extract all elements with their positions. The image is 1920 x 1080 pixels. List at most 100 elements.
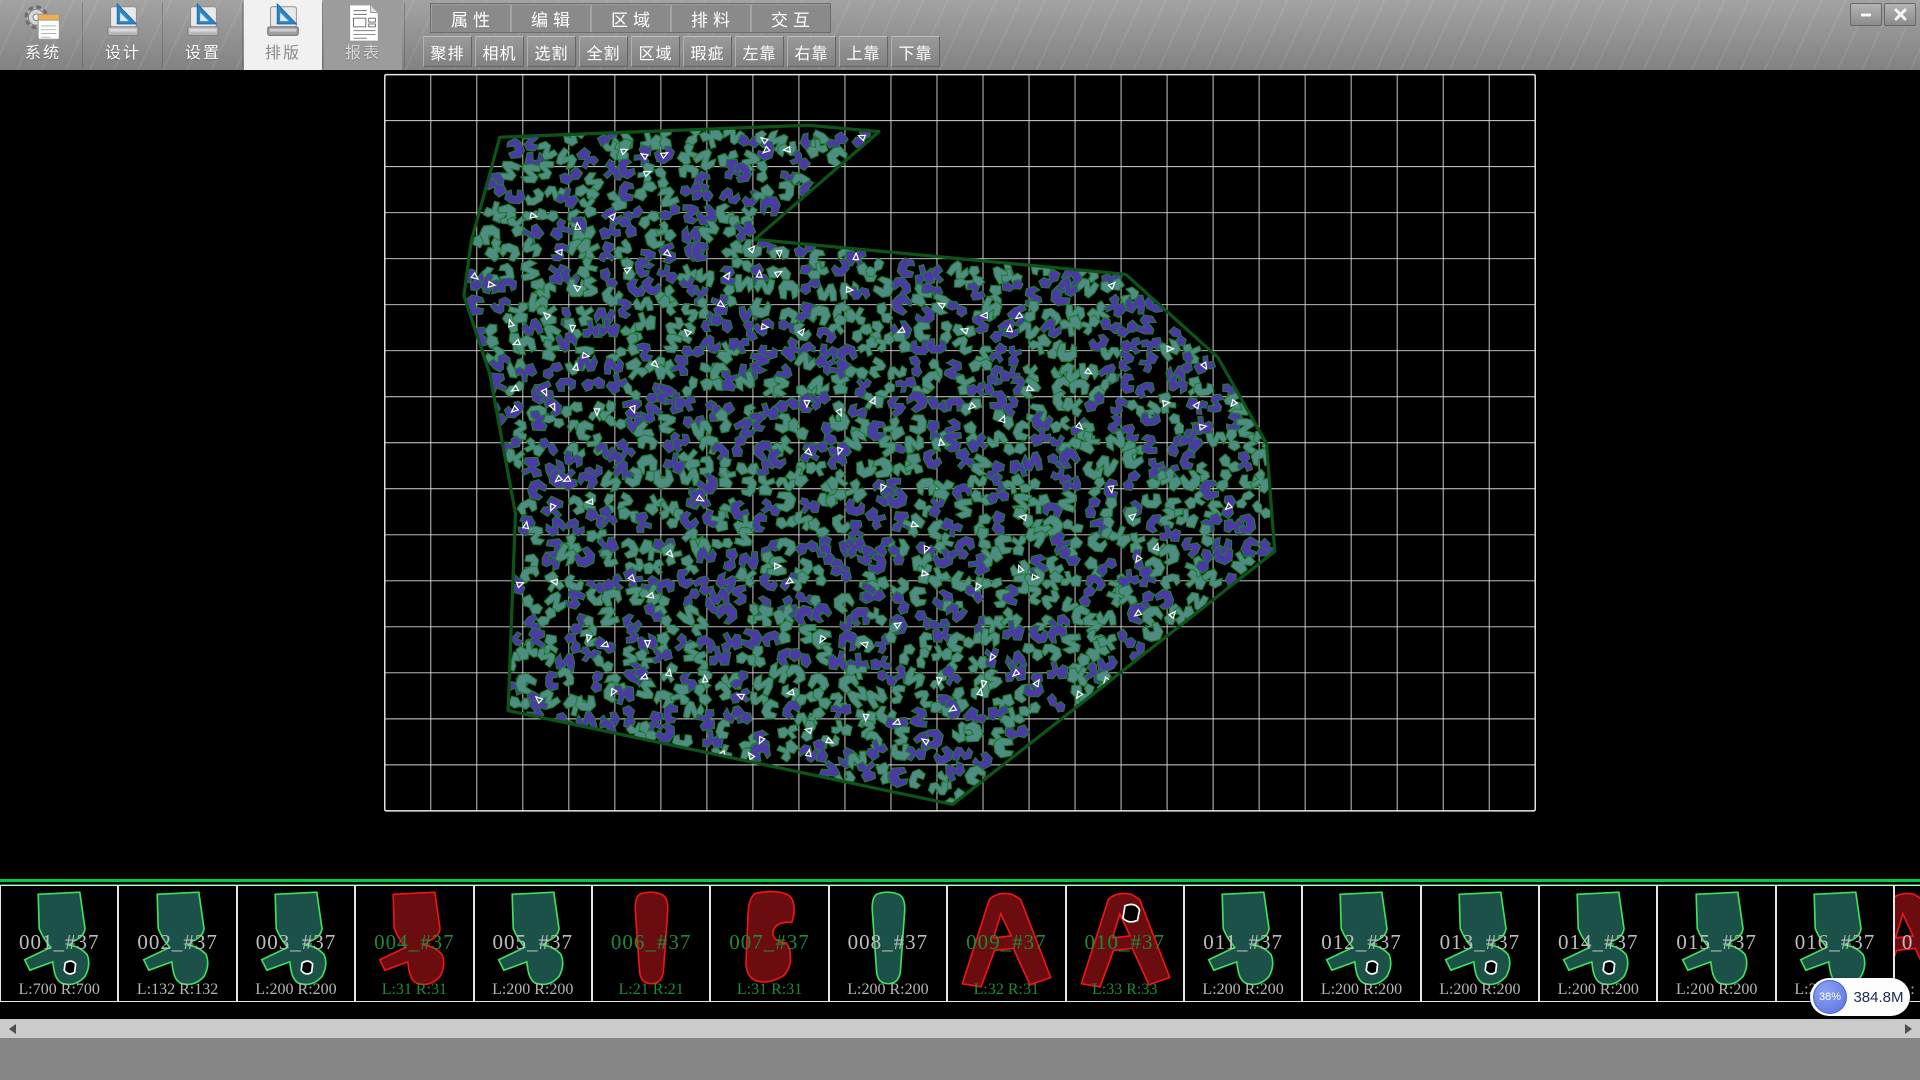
part-id-label: 013_#37 [1422, 930, 1538, 955]
part-id-label: 003_#37 [238, 930, 354, 955]
nesting-canvas[interactable] [0, 70, 1920, 879]
application-window: 系统 设计 设置 [0, 0, 1920, 1080]
part-id-label: 015_#37 [1658, 930, 1774, 955]
part-thumbnail[interactable]: 009_#37 L:32 R:31 [947, 885, 1065, 1002]
part-id-label: 010_#37 [1067, 930, 1183, 955]
progress-percent: 38% [1813, 980, 1847, 1014]
separator [82, 2, 83, 68]
separator [242, 2, 243, 68]
part-id-label: 012_#37 [1303, 930, 1419, 955]
part-lr-count-label: L:31 R:31 [711, 981, 827, 999]
part-thumbnail[interactable]: 011_#37 L:200 R:200 [1184, 885, 1302, 1002]
part-thumbnail[interactable]: 007_#37 L:31 R:31 [710, 885, 828, 1002]
minimize-icon [1859, 8, 1873, 22]
part-lr-count-label: L:132 R:132 [119, 981, 235, 999]
toolbar-icon-settings[interactable]: 设置 [164, 0, 242, 70]
tool-align-left[interactable]: 左靠 [735, 36, 784, 67]
part-thumbnail[interactable]: 014_#37 L:200 R:200 [1539, 885, 1657, 1002]
toolbar-icon-label: 报表 [324, 44, 402, 64]
report-document-icon [342, 2, 384, 44]
part-thumbnail[interactable]: 008_#37 L:200 R:200 [829, 885, 947, 1002]
part-id-label: 002_#37 [119, 930, 235, 955]
part-id-label: 0 [1895, 930, 1920, 955]
part-id-label: 006_#37 [593, 930, 709, 955]
part-thumbnail[interactable]: 012_#37 L:200 R:200 [1302, 885, 1420, 1002]
part-lr-count-label: L:700 R:700 [1, 981, 117, 999]
close-button[interactable] [1884, 3, 1916, 26]
part-lr-count-label: L:200 R:200 [1658, 981, 1774, 999]
part-id-label: 011_#37 [1185, 930, 1301, 955]
toolbar-icon-label: 系统 [4, 44, 82, 64]
nesting-canvas-area [0, 70, 1920, 879]
part-id-label: 014_#37 [1540, 930, 1656, 955]
tool-defect[interactable]: 瑕疵 [683, 36, 732, 67]
tool-align-top[interactable]: 上靠 [839, 36, 888, 67]
tool-cluster-nest[interactable]: 聚排 [423, 36, 472, 67]
system-gear-icon [22, 2, 64, 44]
parts-strip: 001_#37 L:700 R:700 002_#37 L:132 R:132 … [0, 879, 1920, 1002]
part-lr-count-label: L:200 R:200 [475, 981, 591, 999]
part-id-label: 008_#37 [830, 930, 946, 955]
part-lr-count-label: L:200 R:200 [1303, 981, 1419, 999]
memory-usage: 384.8M [1847, 989, 1910, 1006]
part-thumbnail[interactable]: 010_#37 L:33 R:33 [1066, 885, 1184, 1002]
toolbar-icon-system[interactable]: 系统 [4, 0, 82, 70]
settings-ruler-icon [182, 2, 224, 44]
toolbar-icon-label: 设计 [84, 44, 162, 64]
part-thumbnail[interactable]: 001_#37 L:700 R:700 [0, 885, 118, 1002]
part-lr-count-label: L:200 R:200 [1422, 981, 1538, 999]
toolbar-icon-report[interactable]: 报表 [324, 0, 402, 70]
separator [404, 2, 405, 68]
tool-select-cut[interactable]: 选割 [527, 36, 576, 67]
left-arrow-icon [9, 1024, 16, 1034]
tool-full-cut[interactable]: 全割 [579, 36, 628, 67]
part-id-label: 004_#37 [356, 930, 472, 955]
progress-badge: 38% 384.8M [1810, 978, 1910, 1016]
tab-properties[interactable]: 属性 [431, 4, 511, 32]
tab-interaction[interactable]: 交互 [751, 4, 830, 32]
tool-region[interactable]: 区域 [631, 36, 680, 67]
tool-align-right[interactable]: 右靠 [787, 36, 836, 67]
part-id-label: 001_#37 [1, 930, 117, 955]
part-id-label: 016_#37 [1777, 930, 1893, 955]
tab-region[interactable]: 区域 [591, 4, 671, 32]
layout-ruler-icon [262, 2, 304, 44]
part-lr-count-label: L:200 R:200 [1185, 981, 1301, 999]
part-thumbnail[interactable]: 003_#37 L:200 R:200 [237, 885, 355, 1002]
part-thumbnail[interactable]: 006_#37 L:21 R:21 [592, 885, 710, 1002]
bottom-panel [0, 1038, 1920, 1080]
toolbar-icon-design[interactable]: 设计 [84, 0, 162, 70]
part-lr-count-label: L:21 R:21 [593, 981, 709, 999]
separator [162, 2, 163, 68]
part-thumbnail-list: 001_#37 L:700 R:700 002_#37 L:132 R:132 … [0, 885, 1920, 1002]
tab-edit[interactable]: 编辑 [511, 4, 591, 32]
close-icon [1893, 7, 1908, 22]
menu-tabbar: 属性 编辑 区域 排料 交互 [430, 3, 831, 33]
part-lr-count-label: L:33 R:33 [1067, 981, 1183, 999]
nested-pieces [464, 123, 1279, 811]
design-ruler-icon [102, 2, 144, 44]
part-id-label: 007_#37 [711, 930, 827, 955]
minimize-button[interactable] [1850, 3, 1882, 26]
tab-nesting[interactable]: 排料 [671, 4, 751, 32]
toolbar-icon-label: 排版 [244, 44, 322, 64]
part-thumbnail[interactable]: 013_#37 L:200 R:200 [1421, 885, 1539, 1002]
part-thumbnail[interactable]: 004_#37 L:31 R:31 [355, 885, 473, 1002]
part-lr-count-label: L:32 R:31 [948, 981, 1064, 999]
tool-camera[interactable]: 相机 [475, 36, 524, 67]
part-thumbnail[interactable]: 002_#37 L:132 R:132 [118, 885, 236, 1002]
part-thumbnail[interactable]: 005_#37 L:200 R:200 [474, 885, 592, 1002]
part-lr-count-label: L:200 R:200 [830, 981, 946, 999]
toolbar-icon-layout-selected[interactable]: 排版 [244, 0, 322, 70]
part-lr-count-label: L:200 R:200 [238, 981, 354, 999]
horizontal-scrollbar[interactable] [0, 1019, 1920, 1038]
tool-button-row: 聚排 相机 选割 全割 区域 瑕疵 左靠 右靠 上靠 下靠 [423, 36, 943, 67]
part-thumbnail[interactable]: 015_#37 L:200 R:200 [1657, 885, 1775, 1002]
scrollbar-right-arrow[interactable] [1896, 1019, 1920, 1038]
scrollbar-left-arrow[interactable] [0, 1019, 24, 1038]
part-lr-count-label: L:31 R:31 [356, 981, 472, 999]
right-arrow-icon [1905, 1024, 1912, 1034]
tool-align-bottom[interactable]: 下靠 [891, 36, 940, 67]
part-id-label: 009_#37 [948, 930, 1064, 955]
separator [322, 2, 323, 68]
